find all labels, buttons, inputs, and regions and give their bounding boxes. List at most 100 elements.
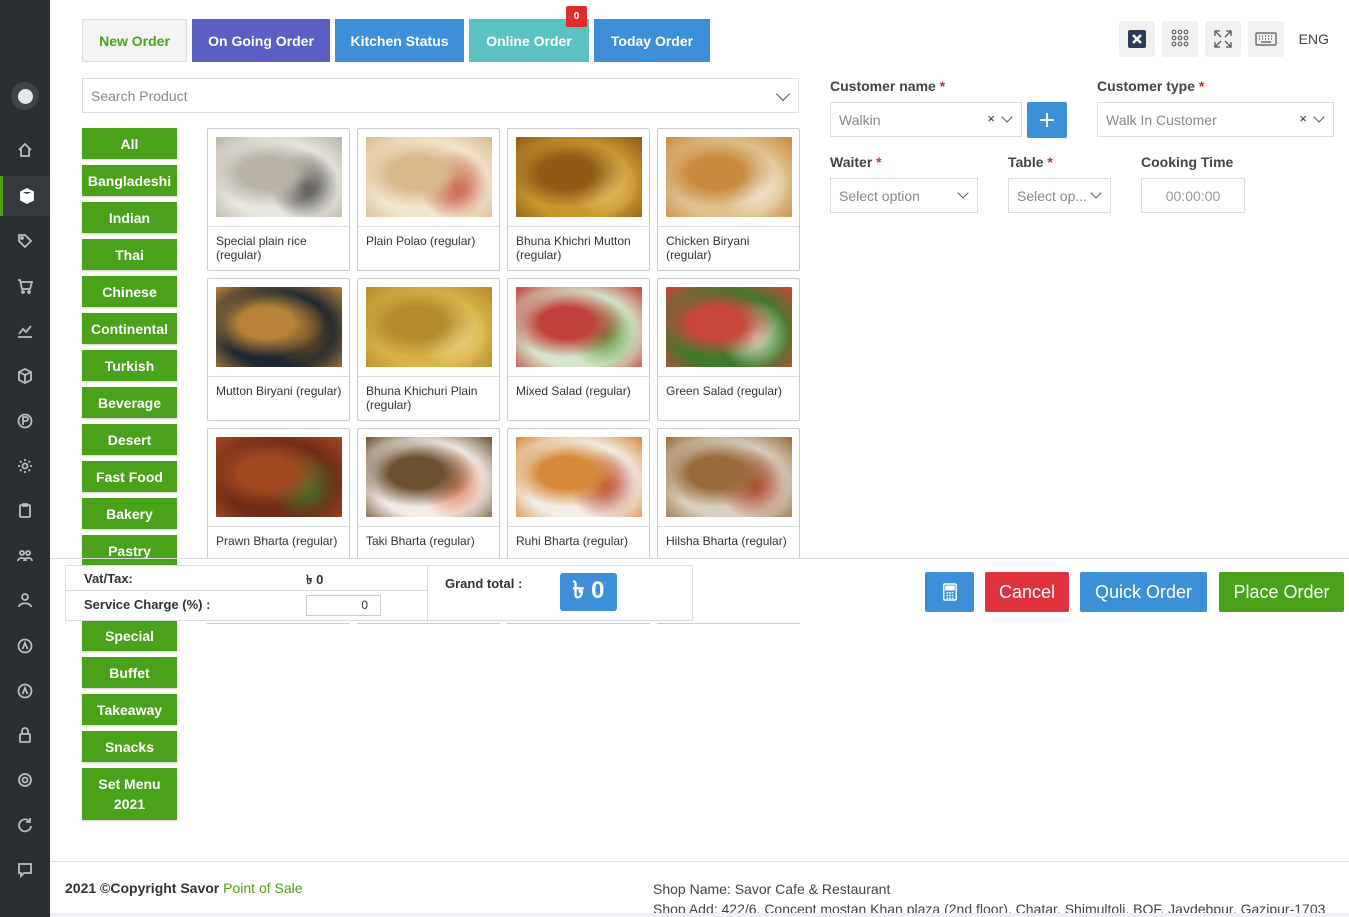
add-customer-button[interactable]: + (1027, 102, 1067, 138)
clipboard-icon (19, 503, 31, 518)
cooking-time-label: Cooking Time (1141, 154, 1234, 170)
product-card[interactable]: Prawn Bharta (regular) (207, 428, 350, 558)
point-of-sale-link[interactable]: Point of Sale (223, 880, 302, 896)
sidebar-item-circle-a[interactable] (0, 626, 50, 666)
tab-kitchen-status[interactable]: Kitchen Status (335, 19, 464, 62)
chat-icon (18, 863, 32, 878)
clear-icon[interactable]: × (987, 111, 995, 126)
tab-label: Kitchen Status (350, 32, 449, 49)
sidebar-item-cart[interactable] (0, 266, 50, 306)
product-card-partial (507, 623, 650, 628)
grid-icon[interactable] (1161, 21, 1198, 57)
sidebar-item-p[interactable] (0, 401, 50, 441)
p-icon (17, 413, 33, 429)
product-grid: Special plain rice (regular) Plain Polao … (207, 128, 800, 558)
category-list: All Bangladeshi Indian Thai Chinese Continent… (82, 128, 177, 826)
tab-label: New Order (99, 32, 170, 49)
product-card[interactable]: Hilsha Bharta (regular) (657, 428, 800, 558)
vat-value: ৳ 0 (306, 572, 324, 587)
product-name: Mixed Salad (regular) (516, 384, 631, 398)
category-button[interactable]: Thai (82, 239, 177, 270)
sidebar-item-chat[interactable] (0, 850, 50, 890)
fullscreen-icon[interactable] (1204, 21, 1241, 57)
sidebar-item-lock[interactable] (0, 715, 50, 755)
category-button[interactable]: Indian (82, 202, 177, 233)
category-button[interactable]: Desert (82, 424, 177, 455)
sidebar-item-user[interactable] (0, 580, 50, 620)
category-button[interactable]: All (82, 128, 177, 159)
clear-icon[interactable]: × (1299, 111, 1307, 126)
vat-label: Vat/Tax: (84, 571, 133, 586)
sidebar-item-box[interactable] (0, 176, 50, 216)
chevron-down-icon (1313, 111, 1325, 123)
product-card[interactable]: Chicken Biryani (regular) (657, 128, 800, 271)
sidebar-item-cube[interactable] (0, 356, 50, 396)
online-order-badge: 0 (566, 6, 587, 27)
lock-icon (19, 727, 31, 743)
table-placeholder: Select op... (1017, 187, 1088, 204)
sidebar-item-circle-b[interactable] (0, 671, 50, 711)
category-button[interactable]: Bangladeshi (82, 165, 177, 196)
cooking-time-input[interactable]: 00:00:00 (1141, 178, 1245, 213)
sidebar-item-clipboard[interactable] (0, 490, 50, 530)
category-button[interactable]: Snacks (82, 731, 177, 762)
category-button[interactable]: Pastry (82, 535, 177, 566)
tab-ongoing-order[interactable]: On Going Order (192, 19, 330, 62)
copyright: 2021 ©Copyright Savor Point of Sale (65, 880, 303, 896)
category-button[interactable]: Chinese (82, 276, 177, 307)
card-divider (658, 376, 799, 377)
product-card[interactable]: Special plain rice (regular) (207, 128, 350, 271)
tab-today-order[interactable]: Today Order (594, 19, 710, 62)
logo[interactable] (11, 82, 39, 110)
product-name: Ruhi Bharta (regular) (516, 534, 629, 548)
category-button[interactable]: Takeaway (82, 694, 177, 725)
category-button[interactable]: Beverage (82, 387, 177, 418)
category-button[interactable]: Fast Food (82, 461, 177, 492)
category-button[interactable]: Bakery (82, 498, 177, 529)
sidebar-item-users[interactable] (0, 535, 50, 575)
product-card[interactable]: Ruhi Bharta (regular) (507, 428, 650, 558)
quick-order-button[interactable]: Quick Order (1080, 572, 1207, 612)
product-card[interactable]: Mutton Biryani (regular) (207, 278, 350, 421)
search-product-select[interactable]: Search Product (82, 78, 799, 113)
customer-name-value: Walkin (839, 111, 881, 128)
sidebar-item-refresh[interactable] (0, 805, 50, 845)
customer-name-select[interactable]: Walkin × (830, 102, 1022, 137)
close-icon[interactable] (1118, 21, 1155, 57)
product-card[interactable]: Bhuna Khichri Mutton (regular) (507, 128, 650, 271)
tab-new-order[interactable]: New Order (82, 19, 187, 62)
chevron-down-icon (775, 86, 791, 102)
category-button[interactable]: Turkish (82, 350, 177, 381)
category-button[interactable]: Special (82, 620, 177, 651)
sidebar-item-cog[interactable] (0, 446, 50, 486)
calculator-button[interactable] (925, 572, 974, 612)
search-placeholder: Search Product (91, 87, 188, 104)
refresh-icon (18, 818, 32, 833)
product-card-partial (207, 623, 350, 628)
card-divider (358, 376, 499, 377)
language-selector[interactable]: ENG (1299, 31, 1329, 47)
product-card[interactable]: Taki Bharta (regular) (357, 428, 500, 558)
sidebar-item-home[interactable] (0, 130, 50, 170)
table-select[interactable]: Select op... (1008, 178, 1111, 213)
shop-info: Shop Name: Savor Cafe & Restaurant Shop … (653, 879, 1325, 917)
category-button[interactable]: Set Menu 2021 (82, 768, 177, 820)
product-card[interactable]: Plain Polao (regular) (357, 128, 500, 271)
waiter-select[interactable]: Select option (830, 178, 978, 213)
tab-online-order[interactable]: Online Order 0 (469, 6, 589, 62)
product-row-partial (207, 623, 800, 628)
place-order-button[interactable]: Place Order (1219, 572, 1344, 612)
sidebar-item-settings[interactable] (0, 760, 50, 800)
sidebar-item-chart[interactable] (0, 311, 50, 351)
keyboard-icon[interactable] (1247, 21, 1284, 57)
sidebar-item-tag[interactable] (0, 221, 50, 261)
product-card[interactable]: Bhuna Khichuri Plain (regular) (357, 278, 500, 421)
cancel-button[interactable]: Cancel (985, 572, 1069, 612)
service-charge-input[interactable]: 0 (306, 595, 381, 616)
category-button[interactable]: Continental (82, 313, 177, 344)
category-button[interactable]: Buffet (82, 657, 177, 688)
product-card[interactable]: Green Salad (regular) (657, 278, 800, 421)
product-name: Special plain rice (regular) (216, 234, 307, 262)
product-card[interactable]: Mixed Salad (regular) (507, 278, 650, 421)
customer-type-select[interactable]: Walk In Customer × (1097, 102, 1334, 137)
